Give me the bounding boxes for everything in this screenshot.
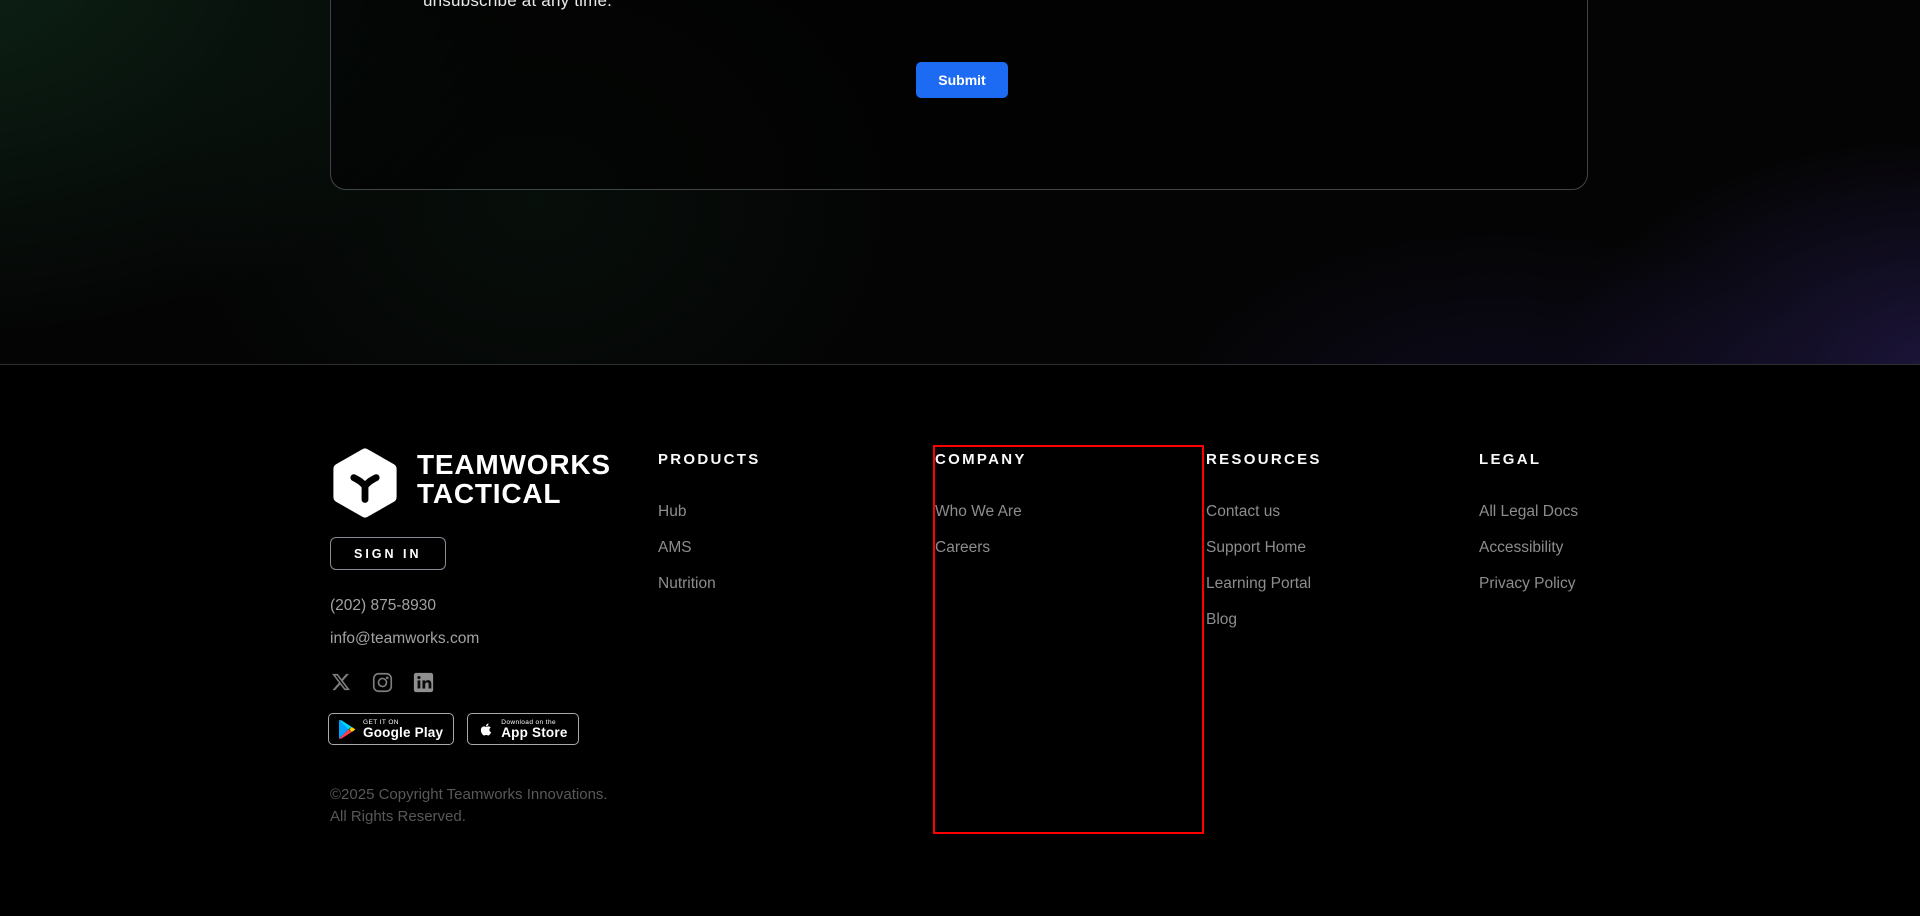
footer-link-privacy-policy[interactable]: Privacy Policy xyxy=(1479,575,1575,592)
email-link[interactable]: info@teamworks.com xyxy=(330,630,479,648)
sign-in-button[interactable]: SIGN IN xyxy=(330,537,446,570)
app-badges: GET IT ON Google Play Download on the Ap… xyxy=(328,713,579,745)
submit-button[interactable]: Submit xyxy=(916,62,1008,98)
footer-link-all-legal-docs[interactable]: All Legal Docs xyxy=(1479,503,1578,520)
column-title: LEGAL xyxy=(1479,451,1578,469)
copyright: ©2025 Copyright Teamworks Innovations. A… xyxy=(330,784,608,827)
x-social-link[interactable] xyxy=(330,671,352,693)
footer-link-contact-us[interactable]: Contact us xyxy=(1206,503,1280,520)
footer-link-who-we-are[interactable]: Who We Are xyxy=(935,503,1022,520)
footer-column-products: PRODUCTS Hub AMS Nutrition xyxy=(658,451,761,610)
footer-column-company: COMPANY Who We Are Careers xyxy=(935,451,1027,574)
app-store-badge[interactable]: Download on the App Store xyxy=(467,713,578,745)
apple-icon xyxy=(478,720,494,739)
x-icon xyxy=(331,672,351,692)
brand-wordmark: TEAMWORKS TACTICAL xyxy=(417,450,611,508)
google-play-badge[interactable]: GET IT ON Google Play xyxy=(328,713,454,745)
column-title: RESOURCES xyxy=(1206,451,1322,469)
footer-column-legal: LEGAL All Legal Docs Accessibility Priva… xyxy=(1479,451,1578,610)
footer-link-accessibility[interactable]: Accessibility xyxy=(1479,539,1563,556)
newsletter-form-card: unsubscribe at any time. Submit xyxy=(330,0,1588,190)
footer-link-support-home[interactable]: Support Home xyxy=(1206,539,1306,556)
brand-name-line2: TACTICAL xyxy=(417,479,611,508)
instagram-social-link[interactable] xyxy=(371,671,393,693)
copyright-line1: ©2025 Copyright Teamworks Innovations. xyxy=(330,784,608,806)
footer-link-learning-portal[interactable]: Learning Portal xyxy=(1206,575,1311,592)
google-play-icon xyxy=(339,720,356,739)
hero-section: unsubscribe at any time. Submit xyxy=(0,0,1920,364)
linkedin-social-link[interactable] xyxy=(412,671,434,693)
footer-column-resources: RESOURCES Contact us Support Home Learni… xyxy=(1206,451,1322,646)
column-title: PRODUCTS xyxy=(658,451,761,469)
brand-name-line1: TEAMWORKS xyxy=(417,450,611,479)
column-title: COMPANY xyxy=(935,451,1027,469)
instagram-icon xyxy=(372,672,393,693)
linkedin-icon xyxy=(413,672,434,693)
footer-link-blog[interactable]: Blog xyxy=(1206,611,1237,628)
footer-link-careers[interactable]: Careers xyxy=(935,539,990,556)
social-links xyxy=(330,671,434,693)
copyright-line2: All Rights Reserved. xyxy=(330,806,608,828)
teamworks-logo-icon xyxy=(330,448,400,518)
footer: TEAMWORKS TACTICAL SIGN IN (202) 875-893… xyxy=(0,364,1920,916)
app-store-label: App Store xyxy=(501,726,567,740)
phone-link[interactable]: (202) 875-8930 xyxy=(330,597,436,615)
page: unsubscribe at any time. Submit TEAMWORK… xyxy=(0,0,1920,916)
footer-link-nutrition[interactable]: Nutrition xyxy=(658,575,716,592)
google-play-label: Google Play xyxy=(363,726,443,740)
footer-link-hub[interactable]: Hub xyxy=(658,503,686,520)
unsubscribe-note: unsubscribe at any time. xyxy=(423,0,612,11)
footer-link-ams[interactable]: AMS xyxy=(658,539,692,556)
